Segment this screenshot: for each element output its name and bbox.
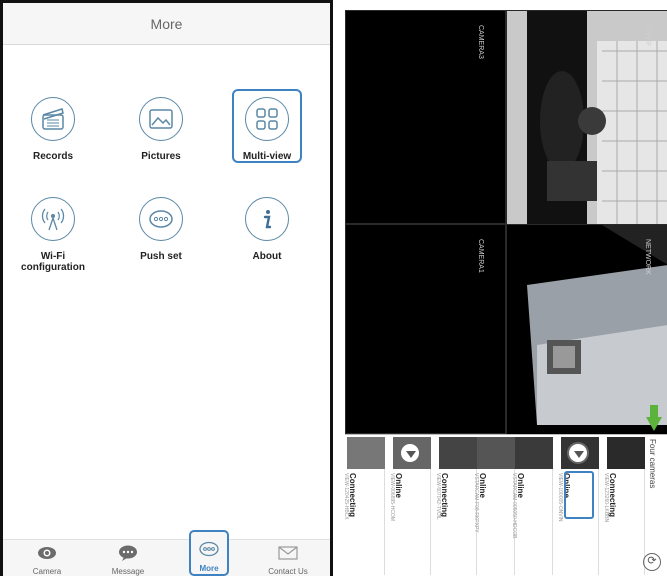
wifi-configuration-button[interactable]: Wi-Fi configuration	[5, 197, 101, 287]
about-icon	[245, 197, 289, 241]
thumb-id: VIEW-006895-HCOM	[389, 473, 395, 521]
about-button[interactable]: About	[219, 197, 315, 287]
about-label: About	[252, 251, 282, 262]
push-set-button[interactable]: Push set	[113, 197, 209, 287]
more-icon	[191, 541, 227, 557]
message-icon	[98, 545, 158, 561]
camera-view-onvif[interactable]: ONVIF	[506, 10, 667, 225]
records-icon	[31, 97, 75, 141]
thumb-id: VIEW-507042-TVUIL	[435, 473, 441, 520]
multiview-button[interactable]: Multi-view	[219, 97, 315, 187]
play-icon[interactable]	[567, 442, 589, 464]
camera-view-1[interactable]: CAMERA1	[345, 224, 506, 434]
thumb-id: VIEW-120425-HBCX	[343, 473, 349, 520]
thumb-status: Connecting	[608, 473, 617, 517]
camera-feed-network	[507, 225, 667, 435]
thumb-status: Connecting	[440, 473, 449, 517]
multiview-label: Multi-view	[242, 151, 292, 162]
records-button[interactable]: Records	[5, 97, 101, 187]
multiview-screen: CAMERA3 ONVIF CAMERA1 NETWORK Connecting…	[343, 10, 667, 576]
thumb-camera-1[interactable]: Connecting VIEW-120425-HBCX	[343, 437, 385, 575]
wifi-configuration-label: Wi-Fi configuration	[21, 251, 85, 273]
thumb-id: VIEW-123260-LKBBN	[603, 473, 609, 523]
thumb-id: VSTARCAM-005050-HDCOB	[511, 473, 517, 539]
page-title: More	[3, 3, 330, 45]
thumb-camera-7[interactable]: Connecting VIEW-123260-LKBBN	[603, 437, 645, 575]
tab-contact-us-label: Contact Us	[268, 567, 308, 576]
camera-feed-onvif	[507, 11, 667, 225]
bottom-tab-bar: Camera Message More Contact Us	[3, 530, 330, 576]
pictures-icon	[139, 97, 183, 141]
camera-label-3: CAMERA3	[477, 25, 484, 59]
thumb-image	[439, 437, 477, 469]
camera-label-network: NETWORK	[644, 239, 651, 275]
tab-more[interactable]: More	[189, 530, 229, 576]
thumb-camera-4[interactable]: Online VSTARCAM-F08-RKPXPY	[473, 437, 515, 575]
tab-contact-us[interactable]: Contact Us	[258, 540, 318, 576]
thumb-image	[515, 437, 553, 469]
down-arrow-icon[interactable]	[646, 405, 662, 431]
thumb-camera-5[interactable]: Online VSTARCAM-005050-HDCOB	[511, 437, 553, 575]
wifi-icon	[31, 197, 75, 241]
tab-camera[interactable]: Camera	[17, 540, 77, 576]
thumb-camera-2[interactable]: Online VIEW-006895-HCOM	[389, 437, 431, 575]
camera-label-1: CAMERA1	[477, 239, 484, 273]
screenshot-root: More Records Pictures Multi-view Wi-Fi c…	[0, 0, 667, 576]
multiview-icon	[245, 97, 289, 141]
records-label: Records	[32, 151, 73, 162]
tab-message-label: Message	[111, 567, 145, 576]
thumb-camera-3[interactable]: Connecting VIEW-507042-TVUIL	[435, 437, 477, 575]
tab-more-label: More	[199, 564, 219, 573]
thumb-status: Connecting	[348, 473, 357, 517]
thumb-id: VSTARCAM-F08-RKPXPY	[473, 473, 479, 533]
more-screen: More Records Pictures Multi-view Wi-Fi c…	[0, 0, 333, 576]
thumb-image	[393, 437, 431, 469]
camera-icon	[17, 545, 77, 561]
camera-list-strip: Connecting VIEW-120425-HBCX Online VIEW-…	[343, 434, 667, 576]
thumb-image	[347, 437, 385, 469]
pictures-button[interactable]: Pictures	[113, 97, 209, 187]
strip-header: Four cameras	[648, 439, 657, 489]
push-icon	[139, 197, 183, 241]
thumb-id: VIEW-100005-ONVIN	[557, 473, 563, 522]
thumb-status: Online	[516, 473, 525, 498]
contact-icon	[258, 545, 318, 561]
play-icon[interactable]	[399, 442, 421, 464]
thumb-status: Online	[478, 473, 487, 498]
refresh-icon[interactable]: ⟳	[643, 553, 661, 571]
thumb-status: Online	[394, 473, 403, 498]
thumb-image	[561, 437, 599, 469]
camera-view-3[interactable]: CAMERA3	[345, 10, 506, 224]
pictures-label: Pictures	[141, 151, 181, 162]
thumb-image	[477, 437, 515, 469]
thumb-image	[607, 437, 645, 469]
tab-camera-label: Camera	[32, 567, 62, 576]
push-set-label: Push set	[140, 251, 182, 262]
camera-label-onvif: ONVIF	[644, 25, 651, 47]
online-highlight	[564, 471, 594, 519]
camera-view-network[interactable]: NETWORK	[506, 224, 667, 435]
tab-message[interactable]: Message	[98, 540, 158, 576]
